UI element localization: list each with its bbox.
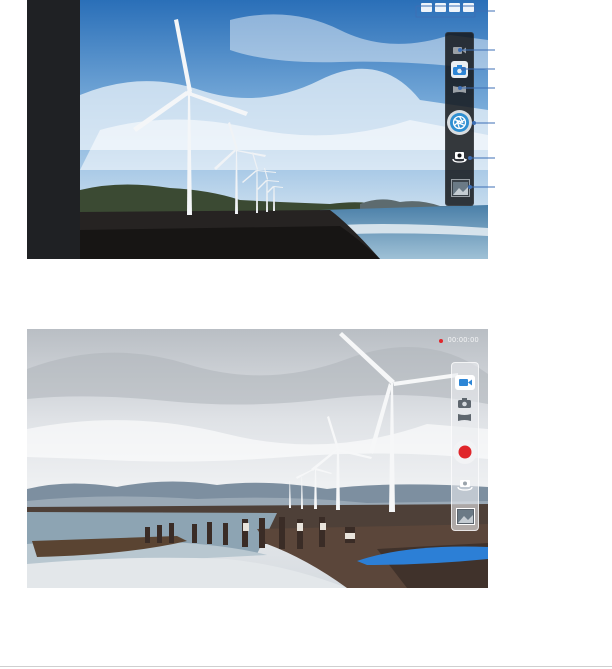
camera-mode-icon xyxy=(453,64,466,75)
panorama-mode-icon xyxy=(453,86,466,93)
recording-dot-icon xyxy=(438,338,443,343)
flash-auto-icon[interactable] xyxy=(435,3,446,12)
video-mode-icon xyxy=(458,379,472,386)
video-mode-button[interactable] xyxy=(453,46,466,55)
video-control-panel xyxy=(451,362,479,531)
auto-scene-icon[interactable] xyxy=(463,3,474,12)
switch-camera-icon xyxy=(457,480,473,491)
camera-viewfinder[interactable] xyxy=(80,0,488,259)
left-black-bar xyxy=(27,0,80,259)
camera-screen xyxy=(27,0,488,259)
resolution-icon[interactable] xyxy=(449,3,460,12)
switch-camera-icon xyxy=(452,152,467,163)
switch-camera-button[interactable] xyxy=(457,479,473,491)
video-mode-icon xyxy=(453,47,466,54)
page-footer-rule xyxy=(0,666,612,667)
camera-mode-indicator-icon[interactable] xyxy=(421,3,432,12)
switch-camera-button[interactable] xyxy=(452,150,467,163)
video-viewfinder[interactable] xyxy=(27,329,488,588)
camera-mode-button[interactable] xyxy=(458,398,471,408)
recording-indicator: 00:00:00 xyxy=(438,337,479,344)
camera-mode-button[interactable] xyxy=(451,61,468,78)
gallery-button[interactable] xyxy=(451,179,470,197)
gallery-thumbnail-icon xyxy=(453,181,468,195)
camera-status-bar xyxy=(421,3,474,12)
recording-timer: 00:00:00 xyxy=(447,337,479,344)
gallery-button[interactable] xyxy=(456,508,475,525)
viewfinder-scene xyxy=(80,0,488,259)
shutter-icon xyxy=(450,113,469,132)
record-icon xyxy=(458,445,472,459)
video-mode-button[interactable] xyxy=(455,375,475,390)
panorama-mode-icon xyxy=(458,414,471,421)
gallery-thumbnail-icon xyxy=(458,510,473,523)
record-button[interactable] xyxy=(453,440,477,464)
camera-mode-icon xyxy=(458,398,471,408)
panorama-mode-button[interactable] xyxy=(458,413,471,422)
panorama-mode-button[interactable] xyxy=(453,85,466,94)
video-screen: 00:00:00 xyxy=(27,329,488,588)
camera-control-panel xyxy=(445,32,474,206)
shutter-button[interactable] xyxy=(447,110,472,135)
